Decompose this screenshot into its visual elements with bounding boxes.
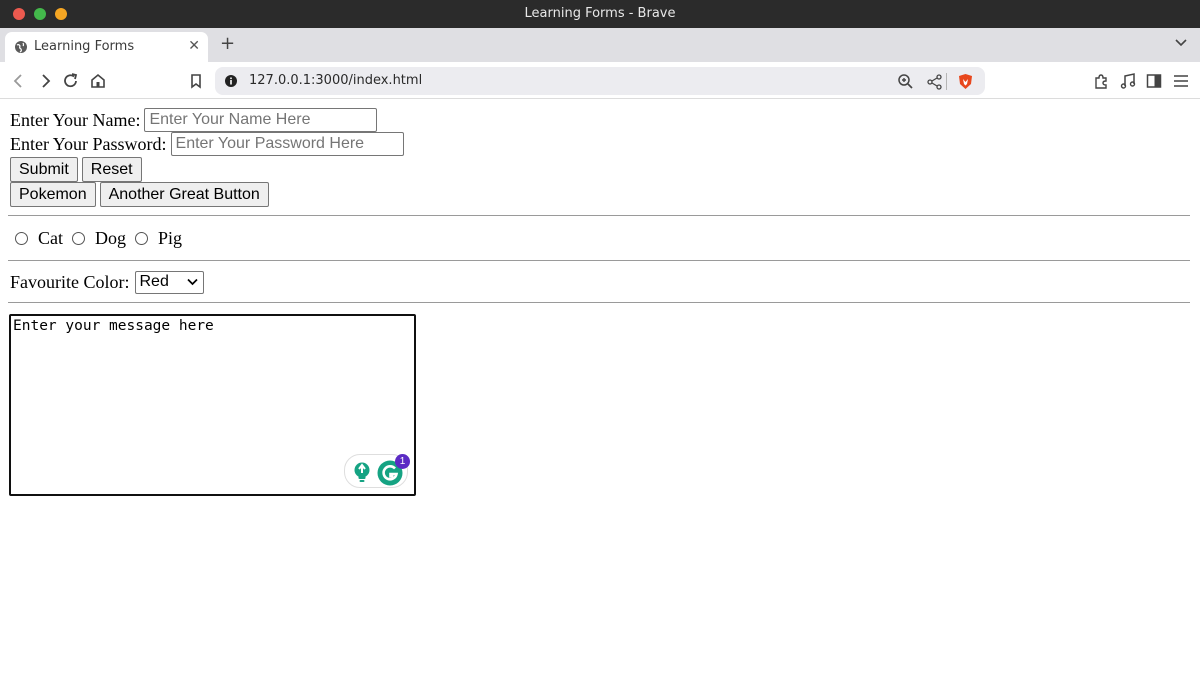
grammarly-badge: 1 bbox=[395, 454, 410, 469]
pet-radio-group: Cat Dog Pig bbox=[10, 228, 186, 249]
radio-label-cat: Cat bbox=[38, 228, 63, 248]
radio-dog[interactable] bbox=[72, 232, 85, 245]
name-row: Enter Your Name: bbox=[10, 108, 378, 132]
divider bbox=[8, 260, 1190, 261]
reload-icon[interactable] bbox=[62, 72, 80, 90]
new-tab-button[interactable]: + bbox=[220, 33, 235, 54]
password-input[interactable] bbox=[170, 132, 404, 156]
window-titlebar: Learning Forms - Brave bbox=[0, 0, 1200, 28]
color-row: Favourite Color: Red bbox=[10, 271, 204, 294]
reset-button[interactable]: Reset bbox=[81, 157, 142, 182]
submit-button[interactable]: Submit bbox=[10, 157, 78, 182]
pokemon-button[interactable]: Pokemon bbox=[10, 182, 96, 207]
radio-cat[interactable] bbox=[15, 232, 28, 245]
radio-label-dog: Dog bbox=[95, 228, 126, 248]
navigation-toolbar: 127.0.0.1:3000/index.html bbox=[0, 62, 1200, 99]
back-icon[interactable] bbox=[10, 72, 28, 90]
divider bbox=[8, 302, 1190, 303]
password-row: Enter Your Password: bbox=[10, 132, 404, 156]
tab-strip: Learning Forms ✕ + bbox=[0, 28, 1200, 62]
media-icon[interactable] bbox=[1119, 72, 1137, 90]
window-title: Learning Forms - Brave bbox=[524, 6, 676, 21]
another-great-button[interactable]: Another Great Button bbox=[99, 182, 269, 207]
grammarly-widget[interactable]: 1 bbox=[344, 454, 410, 488]
color-select[interactable]: Red bbox=[134, 271, 204, 294]
url-text[interactable]: 127.0.0.1:3000/index.html bbox=[249, 73, 422, 88]
site-info-icon[interactable] bbox=[224, 74, 238, 88]
lightbulb-icon[interactable] bbox=[352, 461, 372, 483]
bookmark-icon[interactable] bbox=[187, 72, 205, 90]
zoom-icon[interactable] bbox=[897, 73, 914, 90]
radio-pig[interactable] bbox=[135, 232, 148, 245]
globe-icon bbox=[15, 41, 27, 53]
tab-title: Learning Forms bbox=[34, 39, 135, 54]
divider bbox=[8, 215, 1190, 216]
menu-icon[interactable] bbox=[1172, 72, 1190, 90]
password-label: Enter Your Password: bbox=[10, 133, 167, 154]
address-bar[interactable]: 127.0.0.1:3000/index.html bbox=[215, 67, 985, 95]
name-input[interactable] bbox=[144, 108, 378, 132]
radio-label-pig: Pig bbox=[158, 228, 183, 248]
home-icon[interactable] bbox=[89, 72, 107, 90]
url-separator bbox=[946, 73, 947, 90]
share-icon[interactable] bbox=[926, 73, 943, 90]
forward-icon[interactable] bbox=[36, 72, 54, 90]
name-label: Enter Your Name: bbox=[10, 109, 141, 130]
chevron-down-icon[interactable] bbox=[1174, 36, 1188, 50]
sidebar-icon[interactable] bbox=[1145, 72, 1163, 90]
chevron-down-icon bbox=[186, 278, 198, 286]
extra-buttons-row: Pokemon Another Great Button bbox=[10, 182, 273, 207]
extensions-icon[interactable] bbox=[1092, 72, 1110, 90]
brave-shield-icon[interactable] bbox=[957, 73, 974, 90]
color-select-value: Red bbox=[139, 273, 169, 290]
page-content: Enter Your Name: Enter Your Password: Su… bbox=[0, 100, 1200, 675]
close-tab-icon[interactable]: ✕ bbox=[188, 38, 200, 54]
color-label: Favourite Color: bbox=[10, 272, 130, 292]
form-buttons-row: Submit Reset bbox=[10, 157, 146, 182]
tab-learning-forms[interactable]: Learning Forms ✕ bbox=[5, 32, 208, 62]
